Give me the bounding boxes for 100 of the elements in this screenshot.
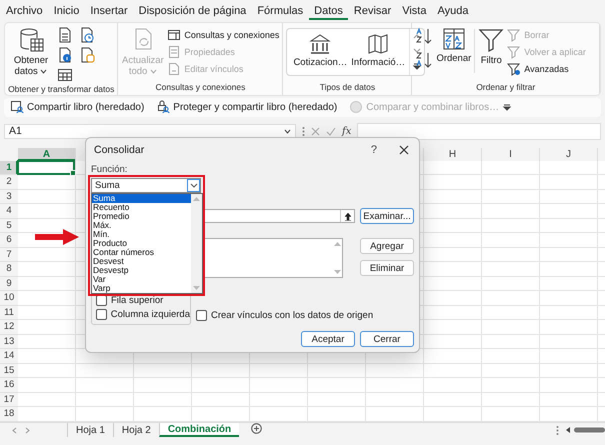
group-title: Tipos de datos	[318, 80, 376, 94]
row-header[interactable]: 7	[0, 248, 18, 262]
field-label: Función:	[91, 164, 128, 176]
function-symbol[interactable]: fx	[342, 126, 352, 137]
selected-cell[interactable]	[17, 160, 75, 175]
formula-field[interactable]	[357, 122, 601, 140]
dropdown-list[interactable]: Suma Recuento Promedio Máx. Mín. Producto Contar números Desvest Desvestp Var Varp	[91, 193, 203, 294]
sheet-tab[interactable]: Combinación	[158, 423, 240, 438]
more-options-icon	[556, 424, 559, 436]
row-header[interactable]: 10	[0, 291, 18, 306]
panel-icon	[167, 28, 182, 42]
menu-tab[interactable]: Fórmulas	[252, 2, 308, 20]
compare-icon	[349, 100, 364, 114]
row-header[interactable]: 15	[0, 364, 18, 378]
sort-button[interactable]: Ordenar	[436, 24, 472, 64]
caret-icon	[150, 68, 157, 74]
clock-file-icon	[79, 26, 95, 43]
browse-button[interactable]: Examinar...	[360, 208, 414, 224]
sort-descending-icon	[415, 50, 434, 69]
column-header[interactable]: H	[424, 148, 482, 161]
checkbox-label[interactable]: Columna izquierda	[110, 309, 190, 320]
dropdown-option[interactable]: Promedio	[92, 212, 191, 221]
row-header[interactable]: 4	[0, 204, 18, 219]
dropdown-option[interactable]: Máx.	[92, 221, 191, 230]
scroll-down-icon	[413, 48, 422, 54]
column-header[interactable]: I	[482, 148, 540, 161]
checkbox[interactable]	[96, 295, 107, 306]
horizontal-scrollbar-icon	[565, 426, 605, 434]
menu-tab[interactable]: Inicio	[48, 2, 84, 20]
menu-tab[interactable]: Revisar	[348, 2, 396, 20]
geography-button[interactable]: Informació…	[349, 28, 408, 75]
row-header[interactable]: 16	[0, 378, 18, 393]
menu-tab[interactable]: Archivo	[1, 2, 48, 20]
expand-icon	[503, 104, 512, 111]
advanced-button[interactable]: Avanzadas	[507, 60, 586, 77]
funnel-clear-icon	[507, 28, 522, 42]
row-header[interactable]: 2	[0, 175, 18, 190]
text-file-icon	[57, 26, 73, 43]
more-options-icon	[302, 126, 305, 137]
stocks-button[interactable]: Cotizacion…	[291, 28, 350, 75]
dialog-button[interactable]: Cerrar	[360, 331, 414, 347]
dropdown-option[interactable]: Varp	[92, 284, 191, 293]
chevron-down-icon	[190, 183, 198, 188]
dialog-button[interactable]: Aceptar	[301, 331, 355, 347]
scroll-up-icon	[413, 33, 422, 40]
checkbox-label[interactable]: Fila superior	[111, 295, 164, 306]
group-title: Ordenar y filtrar	[475, 80, 536, 94]
function-dropdown[interactable]: Suma	[91, 178, 201, 193]
row-header[interactable]: 3	[0, 190, 18, 204]
dropdown-option[interactable]: Recuento	[92, 203, 191, 212]
toolbar-button[interactable]: Compartir libro (heredado)	[10, 100, 144, 114]
queries-button[interactable]: Consultas y conexiones	[167, 26, 280, 43]
row-header[interactable]: 9	[0, 276, 18, 292]
funnel-reapply-icon	[507, 44, 522, 59]
scroll-down-icon	[334, 270, 340, 274]
row-header[interactable]: 18	[0, 407, 18, 422]
checkbox[interactable]	[196, 310, 207, 321]
dropdown-option[interactable]: Mín.	[92, 230, 191, 239]
row-header[interactable]: 13	[0, 334, 18, 350]
menu-tab[interactable]: Vista	[397, 2, 432, 20]
sort-ascending-icon	[415, 26, 434, 45]
row-header[interactable]: 14	[0, 349, 18, 364]
delete-button[interactable]: Eliminar	[360, 260, 414, 276]
row-header[interactable]: 12	[0, 320, 18, 335]
more-button[interactable]	[503, 104, 512, 111]
collapse-button[interactable]	[340, 210, 354, 222]
menu-tab[interactable]: Datos	[309, 2, 348, 20]
row-header[interactable]: 17	[0, 392, 18, 408]
upload-arrow-icon	[344, 212, 352, 220]
row-header[interactable]: 6	[0, 233, 18, 248]
menu-tab[interactable]: Insertar	[85, 2, 133, 20]
plus-circle-icon	[251, 423, 262, 434]
name-box[interactable]: A1	[4, 124, 296, 139]
close-button[interactable]	[399, 145, 409, 155]
dropdown-option[interactable]: Desvestp	[92, 266, 191, 275]
menu-tab[interactable]: Ayuda	[432, 2, 474, 20]
dropdown-option[interactable]: Var	[92, 275, 191, 284]
help-button[interactable]: ?	[370, 144, 377, 156]
checkbox[interactable]	[96, 309, 107, 320]
toolbar-button[interactable]: Proteger y compartir libro (heredado)	[156, 100, 338, 114]
dropdown-option[interactable]: Producto	[92, 239, 191, 248]
column-header[interactable]: A	[18, 148, 76, 161]
row-header[interactable]: 8	[0, 262, 18, 277]
next-sheet-icon	[25, 426, 30, 434]
filter-button[interactable]: Filtro	[478, 24, 504, 66]
get-data-button[interactable]: Obtener datos	[8, 24, 54, 77]
menu-tab[interactable]: Disposición de página	[134, 2, 252, 20]
dropdown-option[interactable]: Desvest	[92, 257, 191, 266]
row-header[interactable]: 11	[0, 306, 18, 320]
add-button[interactable]: Agregar	[360, 238, 414, 254]
link-file-icon	[167, 62, 182, 76]
column-header[interactable]: J	[540, 148, 598, 161]
bank-icon	[309, 32, 332, 55]
map-icon	[367, 32, 390, 55]
dropdown-option[interactable]: Suma	[92, 194, 191, 203]
dropdown-option[interactable]: Contar números	[92, 248, 191, 257]
funnel-icon	[478, 26, 504, 53]
row-header[interactable]: 5	[0, 218, 18, 234]
checkbox-label[interactable]: Crear vínculos con los datos de origen	[211, 310, 374, 321]
group-title: Consultas y conexiones	[154, 80, 246, 94]
